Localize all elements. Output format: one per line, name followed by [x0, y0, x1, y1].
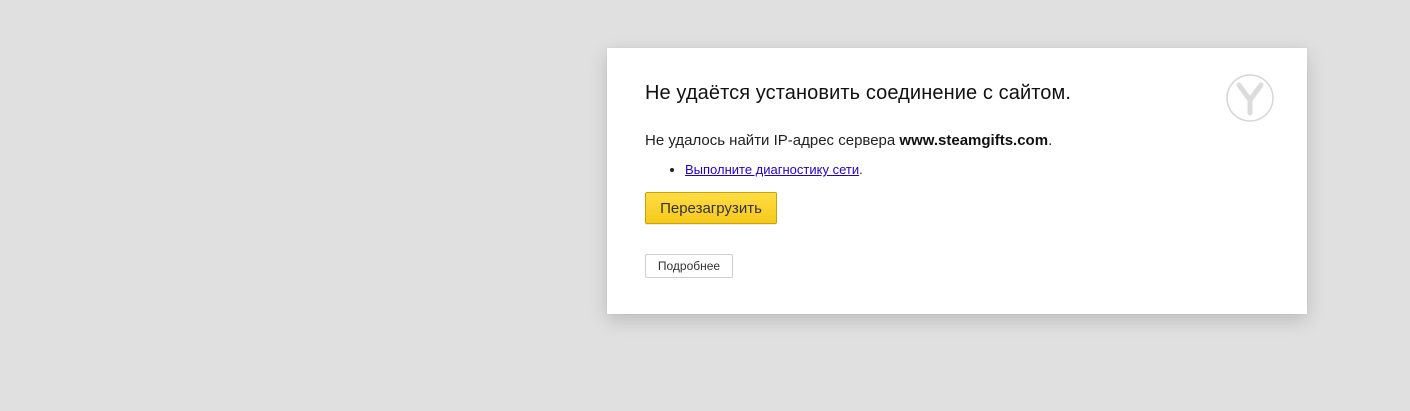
error-message-suffix: .: [1048, 132, 1053, 149]
network-diagnostics-link[interactable]: Выполните диагностику сети: [685, 162, 859, 177]
error-host: www.steamgifts.com: [899, 132, 1049, 149]
error-page: Не удаётся установить соединение с сайто…: [0, 0, 1410, 411]
suggestion-trailing: .: [859, 162, 863, 177]
error-message-text: Не удалось найти IP-адрес сервера: [645, 132, 900, 149]
suggestion-item: Выполните диагностику сети.: [685, 162, 863, 177]
error-message: Не удалось найти IP-адрес сервера www.st…: [645, 132, 1052, 149]
details-button[interactable]: Подробнее: [645, 254, 733, 278]
error-card: Не удаётся установить соединение с сайто…: [607, 48, 1307, 314]
reload-button[interactable]: Перезагрузить: [645, 192, 777, 224]
yandex-browser-logo-icon: [1226, 74, 1274, 122]
error-title: Не удаётся установить соединение с сайто…: [645, 82, 1071, 104]
suggestions-list: Выполните диагностику сети.: [645, 162, 863, 177]
